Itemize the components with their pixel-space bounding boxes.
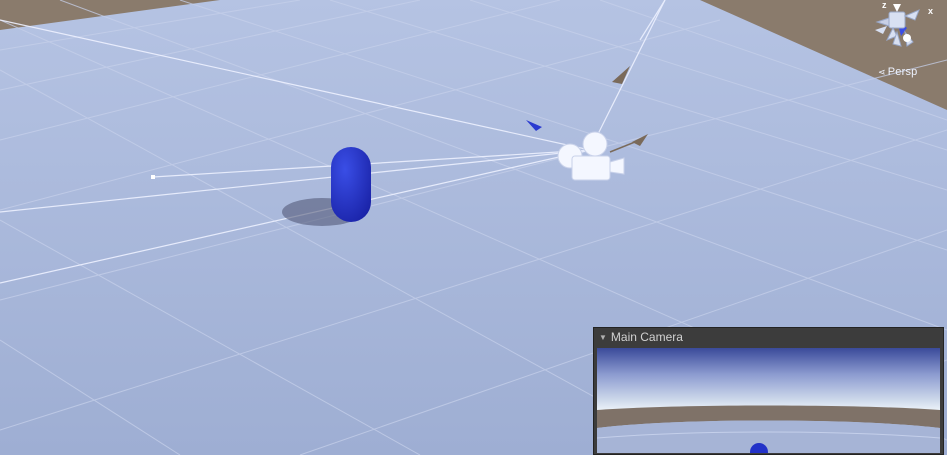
gizmo-axis-x-label[interactable]: x bbox=[928, 6, 933, 16]
foldout-arrow-icon[interactable]: ▼ bbox=[599, 328, 607, 347]
scene-view[interactable]: z x ⋖ Persp ▼ Main Camera bbox=[0, 0, 947, 455]
frustum-corner-point bbox=[151, 175, 155, 179]
projection-mode-label: Persp bbox=[887, 66, 918, 78]
gizmo-axis-z-label[interactable]: z bbox=[882, 0, 887, 10]
camera-preview-render bbox=[597, 348, 940, 453]
projection-mode-toggle[interactable]: ⋖ Persp bbox=[878, 66, 918, 78]
camera-preview-header[interactable]: ▼ Main Camera bbox=[594, 328, 943, 347]
capsule-object[interactable] bbox=[331, 147, 371, 222]
camera-preview-title: Main Camera bbox=[610, 330, 683, 344]
camera-preview-image bbox=[597, 348, 940, 453]
camera-preview-panel[interactable]: ▼ Main Camera bbox=[593, 327, 944, 455]
projection-icon: ⋖ bbox=[878, 67, 886, 77]
